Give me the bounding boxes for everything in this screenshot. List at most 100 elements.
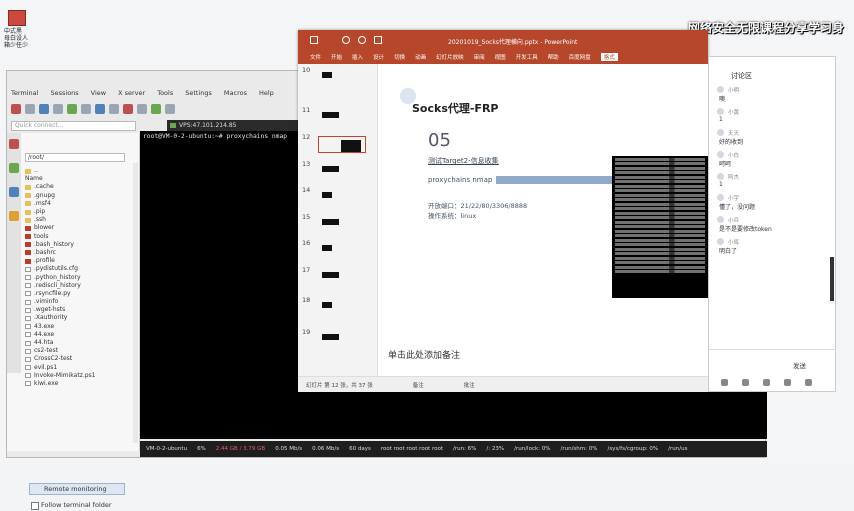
file-list-header[interactable]: Name [25, 175, 133, 183]
file-row[interactable]: CrossC2-test [25, 355, 133, 363]
present-icon[interactable] [374, 36, 382, 44]
menu-macros[interactable]: Macros [224, 89, 247, 97]
menu-view[interactable]: View [91, 89, 106, 97]
file-row[interactable]: .profile [25, 257, 133, 265]
file-row[interactable]: .pip [25, 208, 133, 216]
tools-tab-icon[interactable] [9, 163, 19, 173]
file-row[interactable]: 43.exe [25, 323, 133, 331]
ribbon-tab[interactable]: 设计 [373, 53, 384, 61]
ribbon-tab[interactable]: 插入 [352, 53, 363, 61]
mic-icon[interactable] [721, 379, 728, 386]
ribbon-tab[interactable]: 文件 [310, 53, 321, 61]
file-row[interactable]: .cache [25, 183, 133, 191]
ribbon-tab[interactable]: 帮助 [548, 53, 559, 61]
follow-terminal-folder-checkbox[interactable]: Follow terminal folder [29, 499, 139, 511]
slide-thumbnail[interactable]: 14 [302, 186, 372, 208]
file-row[interactable]: .bash_history [25, 241, 133, 249]
file-row[interactable]: Invoke-Mimikatz.ps1 [25, 372, 133, 380]
chat-icon[interactable] [784, 379, 791, 386]
split-icon[interactable] [95, 104, 105, 114]
settings-icon[interactable] [151, 104, 161, 114]
file-row[interactable]: 44.exe [25, 331, 133, 339]
ribbon-tab[interactable]: 切换 [394, 53, 405, 61]
remote-monitoring-button[interactable]: Remote monitoring [29, 483, 125, 495]
menu-help[interactable]: Help [259, 89, 274, 97]
file-row[interactable]: tools [25, 233, 133, 241]
tunneling-icon[interactable] [123, 104, 133, 114]
file-row[interactable]: .rediscli_history [25, 282, 133, 290]
file-row[interactable]: .pydistutils.cfg [25, 265, 133, 273]
desktop-shortcut-icon[interactable]: 中式黑 母白设人 箱少任少 [4, 10, 48, 52]
screenshot-line [615, 261, 705, 264]
file-row[interactable]: .wget-hsts [25, 306, 133, 314]
comments-button[interactable]: 批注 [464, 381, 475, 389]
slide-thumbnail[interactable]: 12 [302, 133, 372, 155]
games-icon[interactable] [53, 104, 63, 114]
file-list-scrollbar[interactable] [133, 163, 138, 443]
slide-thumbnail[interactable]: 13 [302, 160, 372, 182]
view-icon[interactable] [81, 104, 91, 114]
file-row[interactable]: .ssh [25, 216, 133, 224]
tools-icon[interactable] [39, 104, 49, 114]
menu-settings[interactable]: Settings [185, 89, 212, 97]
slide-thumbnail[interactable]: 11 [302, 106, 372, 128]
file-row[interactable]: .rsyncfile.py [25, 290, 133, 298]
menu-xserver[interactable]: X server [118, 89, 145, 97]
file-row[interactable]: kiwi.exe [25, 380, 133, 388]
chat-scrollbar[interactable] [830, 257, 834, 301]
ribbon-tab[interactable]: 开始 [331, 53, 342, 61]
file-row[interactable]: .bashrc [25, 249, 133, 257]
servers-icon[interactable] [25, 104, 35, 114]
file-row[interactable]: .viminfo [25, 298, 133, 306]
terminal-tab[interactable]: VPS:47.101.214.85 [167, 120, 307, 131]
file-row[interactable]: .. [25, 167, 133, 175]
ribbon-tab[interactable]: 动画 [415, 53, 426, 61]
macros-tab-icon[interactable] [9, 187, 19, 197]
multiexec-icon[interactable] [109, 104, 119, 114]
undo-icon[interactable] [342, 36, 350, 44]
slide-thumbnail[interactable]: 16 [302, 239, 372, 261]
ribbon-tab[interactable]: 审阅 [474, 53, 485, 61]
sessions-tab-icon[interactable] [9, 139, 19, 149]
redo-icon[interactable] [358, 36, 366, 44]
file-row[interactable]: cs2-test [25, 347, 133, 355]
chat-input[interactable] [709, 349, 835, 369]
file-list: .. Name .cache .gnupg .msf4 .pip .ssh blower too… [25, 167, 133, 388]
sftp-tab-icon[interactable] [9, 211, 19, 221]
ribbon-tab[interactable]: 幻灯片放映 [436, 53, 464, 61]
file-row[interactable]: blower [25, 224, 133, 232]
file-row[interactable]: 44.hta [25, 339, 133, 347]
chat-tools [721, 379, 812, 386]
send-button[interactable]: 发送 [793, 360, 806, 370]
slide-canvas[interactable]: Socks代理-FRP 05 测试Target2-信息收集 proxychain… [388, 78, 708, 314]
path-input[interactable]: /root/ [25, 153, 125, 162]
quick-connect-input[interactable]: Quick connect... [11, 121, 136, 131]
session-icon[interactable] [11, 104, 21, 114]
share-icon[interactable] [763, 379, 770, 386]
file-row[interactable]: evil.ps1 [25, 364, 133, 372]
notes-placeholder[interactable]: 单击此处添加备注 [388, 348, 460, 361]
file-row[interactable]: .msf4 [25, 200, 133, 208]
notes-button[interactable]: 备注 [413, 381, 424, 389]
packages-icon[interactable] [137, 104, 147, 114]
slide-thumbnail[interactable]: 19 [302, 328, 372, 350]
ribbon-tab[interactable]: 视图 [495, 53, 506, 61]
ribbon-tab[interactable]: 开发工具 [516, 53, 538, 61]
menu-sessions[interactable]: Sessions [50, 89, 78, 97]
ribbon-tab[interactable]: 百度网盘 [569, 53, 591, 61]
save-icon[interactable] [310, 36, 318, 44]
slide-thumbnail[interactable]: 15 [302, 213, 372, 235]
menu-terminal[interactable]: Terminal [11, 89, 38, 97]
more-icon[interactable] [805, 379, 812, 386]
camera-icon[interactable] [742, 379, 749, 386]
slide-thumbnail[interactable]: 18 [302, 296, 372, 318]
ribbon-tab[interactable]: 格式 [600, 53, 618, 61]
menu-tools[interactable]: Tools [157, 89, 173, 97]
slide-thumbnail[interactable]: 10 [302, 66, 372, 88]
file-row[interactable]: .Xauthority [25, 314, 133, 322]
file-row[interactable]: .gnupg [25, 192, 133, 200]
file-row[interactable]: .python_history [25, 273, 133, 281]
slide-thumbnail[interactable]: 17 [302, 266, 372, 288]
sessions-icon[interactable] [67, 104, 77, 114]
help-icon[interactable] [165, 104, 175, 114]
